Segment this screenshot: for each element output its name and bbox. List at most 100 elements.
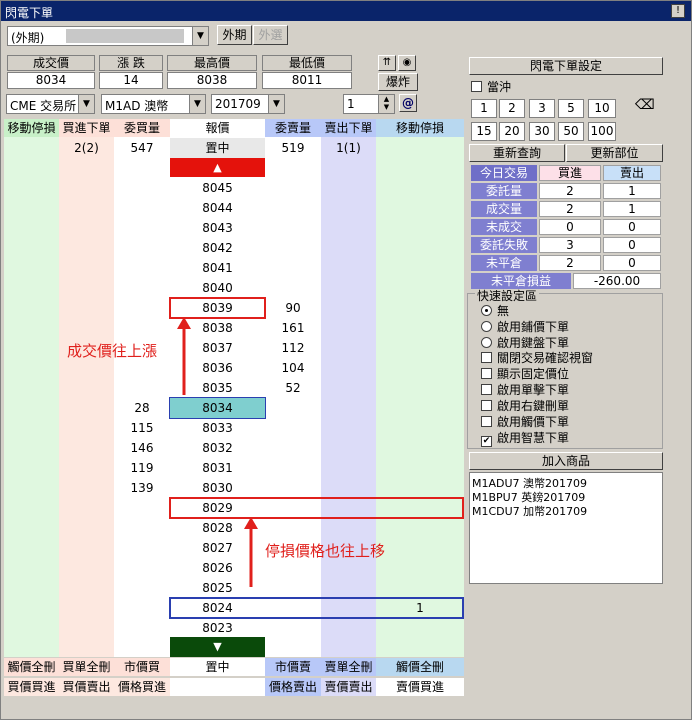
qty-button[interactable]: 1 — [471, 99, 497, 118]
month-select[interactable]: 201709 ▼ — [211, 94, 285, 114]
qty-button[interactable]: 20 — [499, 122, 525, 141]
up-double-icon[interactable]: ⇈ — [378, 55, 396, 71]
price-cell[interactable]: 8043 — [170, 218, 265, 238]
ladder-header: 委買量 — [114, 119, 170, 137]
price-cell[interactable]: 8044 — [170, 198, 265, 218]
checkbox-label: 啟用觸價下單 — [497, 415, 570, 429]
quote-header: 最高價 — [167, 55, 257, 71]
exchange-select[interactable]: CME 交易所 ▼ — [6, 94, 95, 114]
footer-button[interactable]: 賣單全刪 — [321, 658, 376, 676]
quote-value: 8038 — [167, 72, 257, 89]
quick-checkbox[interactable]: 啟用單擊下單 — [481, 382, 569, 398]
price-cell[interactable]: 8031 — [170, 458, 265, 478]
price-cell[interactable]: 8027 — [170, 538, 265, 558]
quick-checkbox[interactable]: 啟用觸價下單 — [481, 414, 569, 430]
price-cell[interactable]: 8024 — [170, 598, 265, 618]
footer-button[interactable]: 買價買進 — [4, 678, 59, 696]
account-select[interactable]: (外期) ▼ — [7, 26, 209, 46]
day-trade-checkbox[interactable]: 當沖 — [471, 79, 511, 95]
price-cell[interactable]: 8041 — [170, 258, 265, 278]
quick-settings-title: 快速設定區 — [475, 287, 540, 304]
quick-checkbox[interactable]: 關閉交易確認視窗 — [481, 350, 593, 366]
price-cell[interactable]: 8023 — [170, 618, 265, 638]
price-cell[interactable]: 8036 — [170, 358, 265, 378]
buy-order-column[interactable] — [59, 119, 114, 657]
price-cell[interactable]: 8042 — [170, 238, 265, 258]
spin-icon[interactable]: ▲ ▼ — [378, 95, 394, 113]
stat-label: 未平倉 — [471, 255, 537, 271]
center-button[interactable]: 置中 — [170, 138, 265, 158]
quick-checkbox[interactable]: 啟用右鍵刪單 — [481, 398, 569, 414]
requery-button[interactable]: 重新查詢 — [469, 144, 565, 162]
qty-button[interactable]: 10 — [588, 99, 616, 118]
footer-button[interactable]: 價格買進 — [114, 678, 170, 696]
product-select[interactable]: M1AD 澳幣 ▼ — [101, 94, 206, 114]
footer-button[interactable]: 市價賣 — [265, 658, 321, 676]
price-cell[interactable]: 8045 — [170, 178, 265, 198]
product-item[interactable]: M1CDU7 加幣201709 — [472, 503, 587, 519]
footer-button[interactable]: 市價買 — [114, 658, 170, 676]
eraser-icon[interactable]: ⌫ — [635, 97, 655, 115]
bid-qty-cell: 28 — [134, 401, 150, 415]
tab-foreign-futures[interactable]: 外期 — [217, 25, 252, 45]
footer-button[interactable]: 置中 — [170, 658, 265, 676]
price-cell[interactable]: 8037 — [170, 338, 265, 358]
footer-button[interactable]: 買單全刪 — [59, 658, 114, 676]
footer-button[interactable]: 觸價全刪 — [376, 658, 464, 676]
pnl-value: -260.00 — [573, 273, 661, 289]
chevron-down-icon: ▼ — [268, 95, 284, 113]
quick-radio[interactable]: 無 — [481, 303, 509, 319]
eye-icon[interactable]: ◉ — [398, 55, 416, 71]
quote-header: 漲 跌 — [99, 55, 163, 71]
buy-trailing-column[interactable] — [4, 119, 59, 657]
quick-checkbox[interactable]: ✔ 啟用智慧下單 — [481, 430, 569, 447]
price-cell[interactable]: 8039 — [170, 298, 265, 318]
price-cell[interactable]: 8030 — [170, 478, 265, 498]
footer-button[interactable]: 價格賣出 — [265, 678, 321, 696]
price-cell[interactable]: 8038 — [170, 318, 265, 338]
qty-button[interactable]: 50 — [558, 122, 584, 141]
quick-radio[interactable]: 啟用鍵盤下單 — [481, 335, 569, 351]
footer-button[interactable]: 賣價買進 — [376, 678, 464, 696]
sell-trailing-column[interactable] — [376, 119, 464, 657]
footer-button[interactable]: 買價賣出 — [59, 678, 114, 696]
chevron-down-icon: ▼ — [189, 95, 205, 113]
price-cell[interactable]: 8028 — [170, 518, 265, 538]
qty-button[interactable]: 3 — [529, 99, 555, 118]
price-cell[interactable]: 8035 — [170, 378, 265, 398]
explode-button[interactable]: 爆炸 — [378, 73, 418, 91]
qty-button[interactable]: 5 — [558, 99, 584, 118]
footer-button[interactable]: 觸價全刪 — [4, 658, 59, 676]
footer-button[interactable]: 賣價賣出 — [321, 678, 376, 696]
qty-button[interactable]: 30 — [529, 122, 555, 141]
window-title: 閃電下單 — [5, 6, 54, 20]
price-cell[interactable]: 8033 — [170, 418, 265, 438]
bid-qty-cell: 119 — [130, 461, 154, 475]
qty-button[interactable]: 15 — [471, 122, 497, 141]
quick-radio[interactable]: 啟用鋪價下單 — [481, 319, 569, 335]
qty-button[interactable]: 2 — [499, 99, 525, 118]
price-cell[interactable]: 8032 — [170, 438, 265, 458]
radio-icon — [481, 321, 492, 332]
checkbox-label: 啟用單擊下單 — [497, 383, 570, 397]
at-icon[interactable]: @ — [399, 94, 417, 112]
sell-order-column[interactable] — [321, 119, 376, 657]
qty-button[interactable]: 100 — [588, 122, 616, 141]
sell-stop-cell[interactable]: 1 — [376, 598, 464, 618]
price-cell[interactable]: 8040 — [170, 278, 265, 298]
quick-checkbox[interactable]: 顯示固定價位 — [481, 366, 569, 382]
scroll-up-button[interactable]: ▲ — [170, 158, 265, 177]
qty-stepper[interactable]: 1 ▲ ▼ — [343, 94, 395, 114]
scroll-down-button[interactable]: ▼ — [170, 637, 265, 657]
price-cell[interactable]: 8025 — [170, 578, 265, 598]
settings-button[interactable]: 閃電下單設定 — [469, 57, 663, 75]
price-cell[interactable]: 8029 — [170, 498, 265, 518]
price-cell[interactable]: 8026 — [170, 558, 265, 578]
stat-label: 成交量 — [471, 201, 537, 217]
add-product-button[interactable]: 加入商品 — [469, 452, 663, 470]
price-cell[interactable]: 8034 — [170, 398, 265, 418]
pin-button[interactable]: ! — [671, 4, 685, 18]
refresh-position-button[interactable]: 更新部位 — [566, 144, 663, 162]
footer-button[interactable] — [170, 678, 265, 696]
tab-foreign-options[interactable]: 外選 — [253, 25, 288, 45]
